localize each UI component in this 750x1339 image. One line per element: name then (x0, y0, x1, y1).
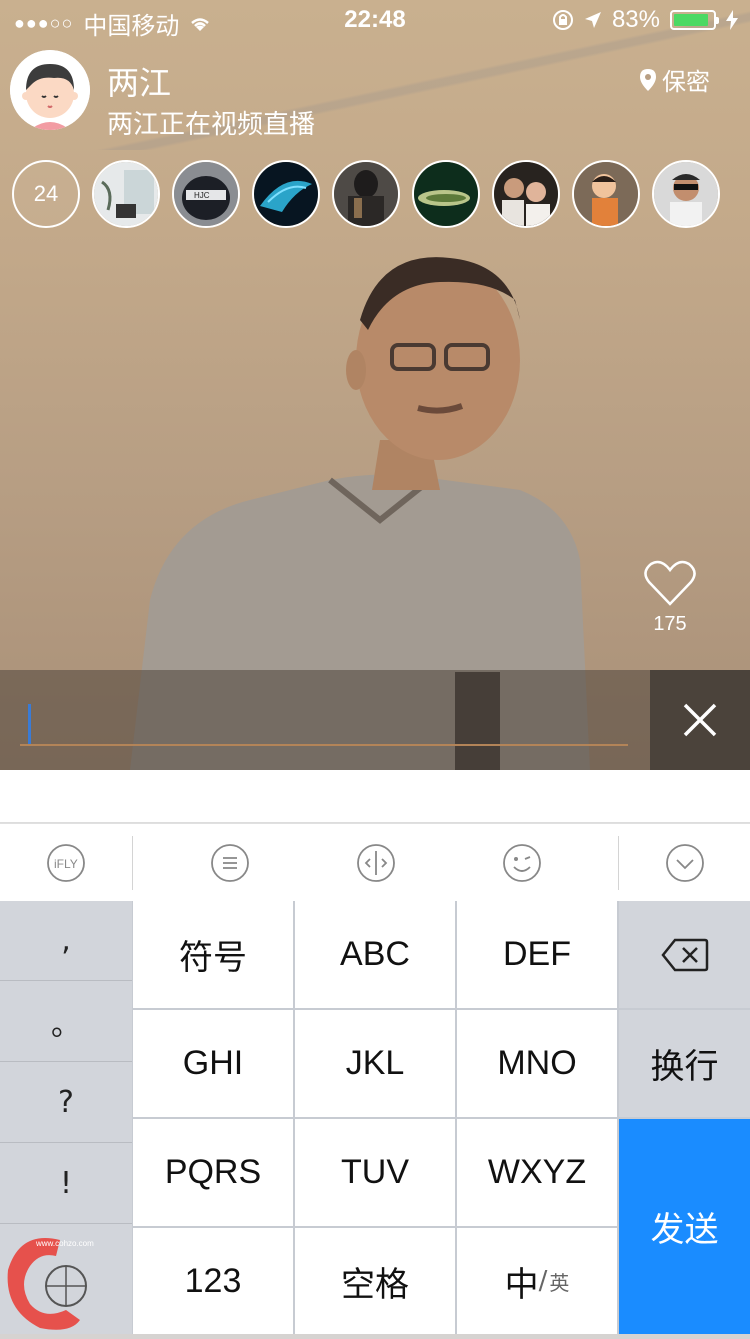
like-widget[interactable]: 175 (640, 560, 700, 636)
emoji-icon (503, 844, 541, 882)
ifly-icon: iFLY (47, 844, 85, 882)
close-button[interactable] (650, 670, 750, 770)
key-ghi[interactable]: GHI (133, 1010, 293, 1117)
viewer-count-badge[interactable]: 24 (12, 160, 80, 228)
viewer-avatar[interactable] (412, 160, 480, 228)
viewer-avatar[interactable] (492, 160, 560, 228)
language-primary: 中 (504, 1264, 539, 1305)
host-avatar[interactable] (10, 50, 90, 130)
backspace-icon (660, 938, 708, 971)
orientation-lock-icon (552, 10, 573, 30)
location-arrow-icon (584, 12, 601, 28)
viewer-avatar[interactable]: HJC (172, 160, 240, 228)
backspace-key[interactable] (619, 901, 750, 1008)
key-abc[interactable]: ABC (295, 901, 455, 1008)
host-avatar-illustration (10, 50, 90, 130)
toolbar-divider (132, 836, 133, 890)
language-secondary: 英 (549, 1270, 570, 1295)
key-symbols[interactable]: 符号 (133, 901, 293, 1008)
key-mno[interactable]: MNO (457, 1010, 617, 1117)
clipboard-button[interactable] (170, 824, 290, 902)
battery-icon (670, 10, 719, 30)
location-label: 保密 (662, 68, 710, 96)
close-icon (683, 703, 717, 737)
viewer-avatar[interactable] (252, 160, 320, 228)
location-indicator: 保密 (640, 62, 710, 97)
svg-text:iFLY: iFLY (54, 857, 78, 871)
return-key[interactable]: 换行 (619, 1010, 750, 1117)
charging-icon (726, 10, 738, 30)
key-jkl[interactable]: JKL (295, 1010, 455, 1117)
cursor-move-button[interactable] (316, 824, 436, 902)
comment-input[interactable] (20, 698, 628, 746)
svg-text:www.cohzo.com: www.cohzo.com (35, 1239, 94, 1248)
location-pin-icon (640, 68, 656, 91)
viewer-avatar[interactable] (92, 160, 160, 228)
input-suggestion-area (0, 770, 750, 823)
language-divider: / (538, 1266, 548, 1296)
viewer-avatar[interactable] (332, 160, 400, 228)
key-wxyz[interactable]: WXYZ (457, 1119, 617, 1226)
chevron-down-icon (665, 844, 704, 882)
host-name: 两江 (107, 64, 172, 102)
hide-keyboard-button[interactable] (619, 824, 750, 902)
language-switch-key[interactable]: 中 / 英 (457, 1228, 617, 1334)
emoji-button[interactable] (462, 824, 582, 902)
punct-question-key[interactable]: ? (0, 1063, 132, 1143)
send-button[interactable]: 发送 (619, 1119, 750, 1334)
status-right: 83% (552, 6, 738, 34)
battery-percent: 83% (611, 6, 660, 33)
like-count: 175 (653, 613, 687, 635)
text-cursor (28, 704, 31, 744)
watermark-graphic: www.cohzo.com (7, 1238, 94, 1330)
punct-period-key[interactable]: 。 (0, 982, 132, 1062)
comment-input-bar (0, 670, 750, 770)
cursor-arrows-icon (357, 844, 395, 882)
svg-text:HJC: HJC (194, 191, 210, 200)
space-key[interactable]: 空格 (295, 1228, 455, 1334)
message-list-icon (211, 844, 249, 882)
keyboard-toolbar: iFLY (0, 823, 750, 902)
status-bar: ●●●○○ 中国移动 22:48 83% (0, 0, 750, 40)
host-subtitle: 两江正在视频直播 (107, 110, 316, 140)
viewer-avatar[interactable] (572, 160, 640, 228)
heart-icon[interactable] (643, 560, 697, 606)
key-def[interactable]: DEF (457, 901, 617, 1008)
ifly-button[interactable]: iFLY (0, 824, 132, 902)
punct-comma-key[interactable]: , (0, 901, 132, 981)
watermark-logo: www.cohzo.com (0, 1210, 180, 1334)
key-tuv[interactable]: TUV (295, 1119, 455, 1226)
viewer-avatar[interactable] (652, 160, 720, 228)
